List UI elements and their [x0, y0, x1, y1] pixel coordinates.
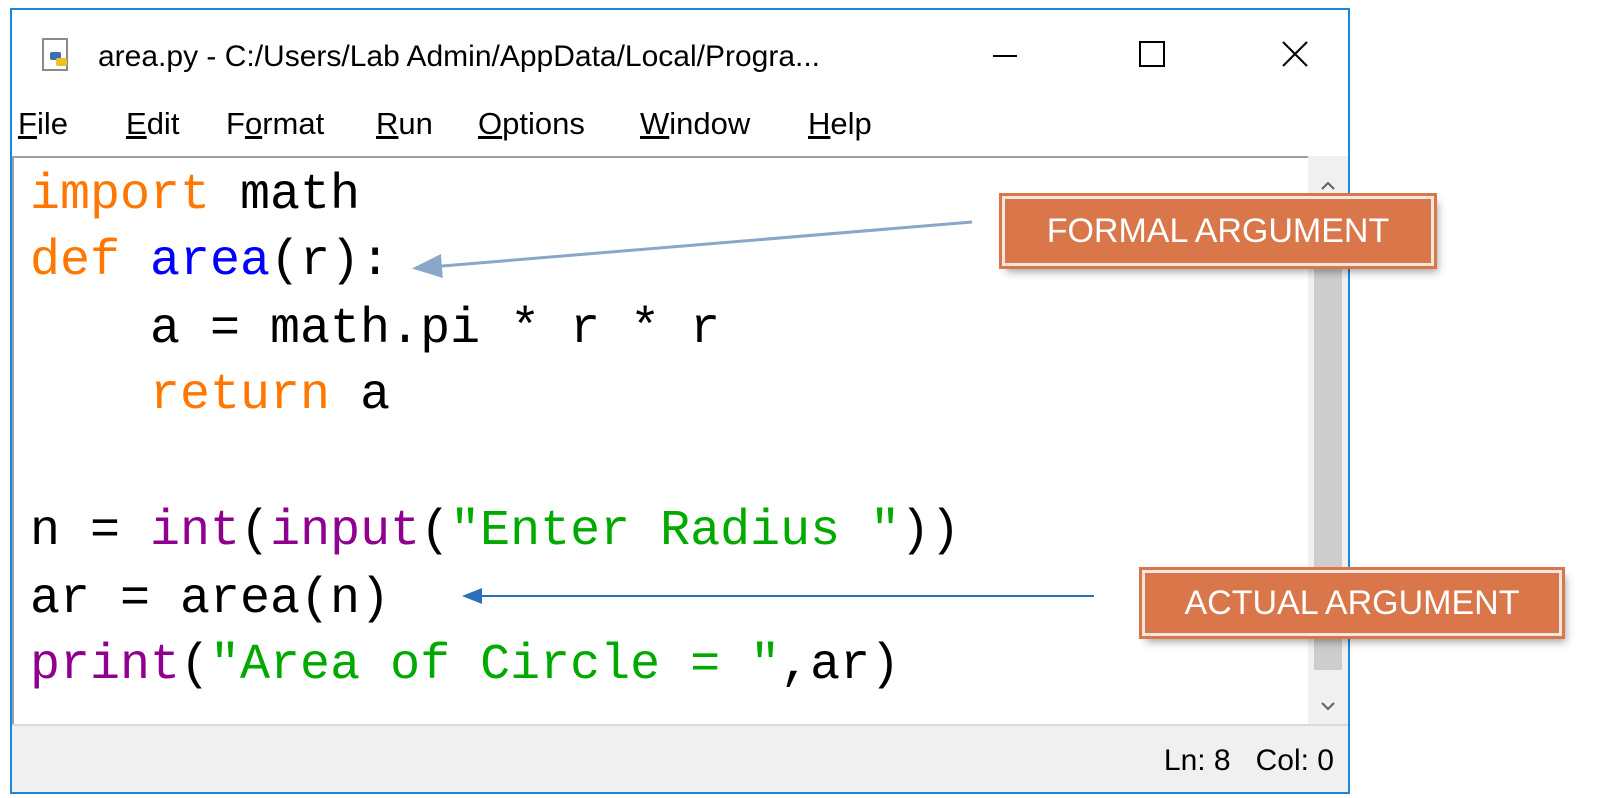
menu-run[interactable]: Run [376, 106, 433, 142]
close-button[interactable] [1260, 32, 1330, 76]
code-line-4: return a [150, 367, 391, 424]
close-icon [1282, 41, 1308, 67]
menu-help[interactable]: Help [808, 106, 872, 142]
python-file-icon [42, 38, 68, 71]
maximize-icon [1139, 41, 1165, 67]
menu-format[interactable]: Format [226, 106, 324, 142]
actual-argument-callout: ACTUAL ARGUMENT [1142, 570, 1562, 636]
code-line-6: n = int(input("Enter Radius ")) [30, 503, 961, 560]
code-line-8: print("Area of Circle = ",ar) [30, 637, 901, 694]
menu-bar: File Edit Format Run Options Window Help [12, 106, 1348, 156]
minimize-button[interactable] [970, 32, 1040, 76]
maximize-button[interactable] [1117, 32, 1187, 76]
formal-argument-callout: FORMAL ARGUMENT [1002, 196, 1434, 266]
window-title: area.py - C:/Users/Lab Admin/AppData/Loc… [98, 40, 821, 73]
code-line-7: ar = area(n) [30, 571, 391, 628]
idle-editor-window: area.py - C:/Users/Lab Admin/AppData/Loc… [10, 8, 1350, 794]
menu-file[interactable]: File [18, 106, 68, 142]
status-bar: Ln: 8 Col: 0 [12, 724, 1348, 792]
code-line-2: def area(r): [30, 233, 391, 290]
chevron-down-icon [1321, 702, 1335, 711]
code-line-3: a = math.pi * r * r [30, 301, 721, 358]
chevron-up-icon [1321, 181, 1335, 190]
menu-window[interactable]: Window [640, 106, 750, 142]
menu-options[interactable]: Options [478, 106, 585, 142]
title-bar[interactable]: area.py - C:/Users/Lab Admin/AppData/Loc… [12, 10, 1348, 96]
minimize-icon [993, 55, 1017, 57]
scroll-up-button[interactable] [1318, 176, 1338, 196]
menu-edit[interactable]: Edit [126, 106, 179, 142]
scroll-down-button[interactable] [1318, 696, 1338, 716]
cursor-position: Ln: 8 Col: 0 [1163, 744, 1334, 777]
code-line-1: import math [30, 167, 361, 224]
